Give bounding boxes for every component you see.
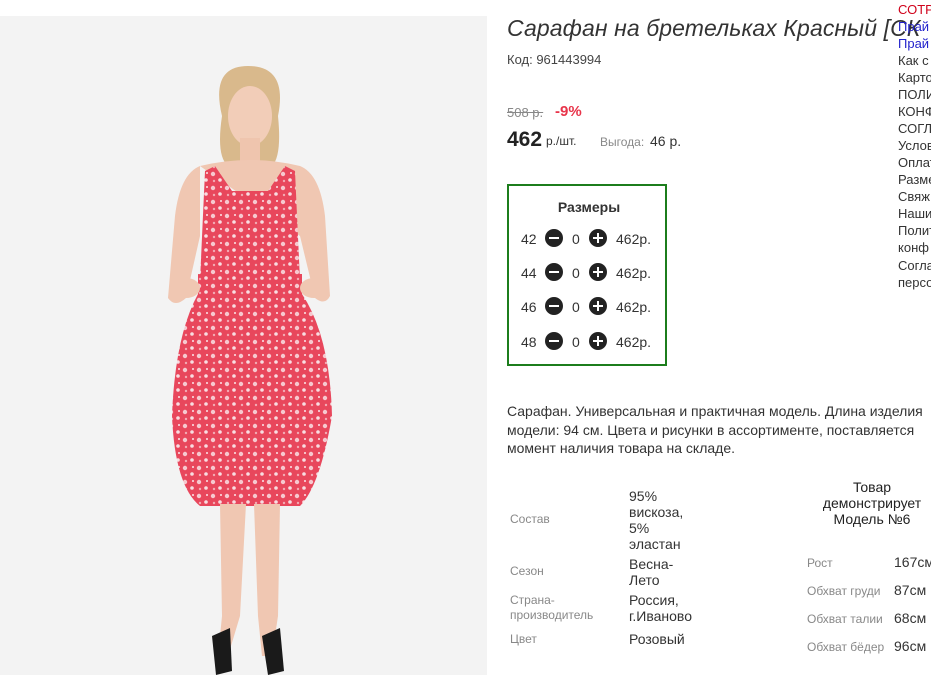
side-menu-link[interactable]: Полит <box>898 222 931 239</box>
measurement-value: 68см <box>894 610 927 626</box>
decrease-quantity-button[interactable] <box>545 297 563 315</box>
size-selector: Размеры 42 0 462р. 44 0 462р. 46 0 462р.… <box>507 184 667 366</box>
side-menu-link[interactable]: Наши <box>898 205 931 222</box>
decrease-quantity-button[interactable] <box>545 332 563 350</box>
minus-icon <box>549 305 559 307</box>
description-line: Сарафан. Универсальная и практичная моде… <box>507 403 923 419</box>
increase-quantity-button[interactable] <box>589 263 607 281</box>
side-menu-link[interactable]: конф <box>898 239 929 256</box>
side-menu-link[interactable]: СОГЛ <box>898 120 931 137</box>
attribute-value: 95% вискоза, 5% эластан <box>629 488 684 552</box>
product-photo[interactable] <box>0 16 487 675</box>
size-row: 48 0 462р. <box>509 332 669 354</box>
decrease-quantity-button[interactable] <box>545 229 563 247</box>
size-price: 462р. <box>616 299 652 315</box>
side-menu-link[interactable]: ПОЛИ <box>898 86 931 103</box>
quantity-value[interactable]: 0 <box>572 334 580 350</box>
attribute-label: Состав <box>510 512 550 526</box>
size-label: 48 <box>521 334 537 350</box>
current-price: 462 <box>507 128 543 151</box>
side-menu-link[interactable]: Прай <box>898 18 929 35</box>
attribute-label: Сезон <box>510 564 544 578</box>
side-menu-link[interactable]: Прай <box>898 35 929 52</box>
side-menu-link[interactable]: КОНФ <box>898 103 931 120</box>
description-line: модели: 94 см. Цвета и рисунки в ассорти… <box>507 421 915 438</box>
size-row: 42 0 462р. <box>509 229 669 251</box>
minus-icon <box>549 271 559 273</box>
model-in-dress-image <box>168 66 332 675</box>
benefit-label: Выгода: <box>600 135 645 149</box>
quantity-value[interactable]: 0 <box>572 299 580 315</box>
attribute-label: Цвет <box>510 632 537 646</box>
size-label: 44 <box>521 265 537 281</box>
side-menu-link[interactable]: Карто <box>898 69 931 86</box>
measurement-label: Рост <box>807 556 833 570</box>
size-label: 46 <box>521 299 537 315</box>
side-menu-link[interactable]: Согла <box>898 257 931 274</box>
size-label: 42 <box>521 231 537 247</box>
product-code: Код: 961443994 <box>507 52 602 67</box>
side-menu-link[interactable]: СОТР <box>898 1 931 18</box>
attribute-value: Розовый <box>629 631 685 647</box>
quantity-value[interactable]: 0 <box>572 265 580 281</box>
side-menu-link[interactable]: Разме <box>898 171 931 188</box>
benefit-value: 46 р. <box>650 133 682 149</box>
attribute-value: Россия, г.Иваново <box>629 592 692 624</box>
quantity-value[interactable]: 0 <box>572 231 580 247</box>
description-line: момент наличия товара на складе. <box>507 440 736 456</box>
size-price: 462р. <box>616 231 652 247</box>
side-menu-link[interactable]: Услов <box>898 137 931 154</box>
old-price: 508 р. <box>507 105 544 120</box>
size-price: 462р. <box>616 334 652 350</box>
model-heading: Товар демонстрирует Модель №6 <box>822 479 922 527</box>
discount-badge: -9% <box>555 103 582 120</box>
size-row: 44 0 462р. <box>509 263 669 285</box>
measurement-label: Обхват бёдер <box>807 640 885 654</box>
measurement-label: Обхват талии <box>807 612 883 626</box>
attribute-value: Весна- Лето <box>629 556 674 588</box>
side-menu-link[interactable]: Оплат <box>898 154 931 171</box>
side-menu-link[interactable]: Свяж <box>898 188 930 205</box>
side-menu-link[interactable]: Как с <box>898 52 929 69</box>
increase-quantity-button[interactable] <box>589 332 607 350</box>
price-unit: р./шт. <box>546 134 577 148</box>
increase-quantity-button[interactable] <box>589 297 607 315</box>
size-price: 462р. <box>616 265 652 281</box>
sizes-title: Размеры <box>557 199 621 215</box>
minus-icon <box>549 237 559 239</box>
size-row: 46 0 462р. <box>509 297 669 319</box>
product-description: Сарафан. Универсальная и практичная моде… <box>507 402 931 458</box>
measurement-value: 96см <box>894 638 927 654</box>
decrease-quantity-button[interactable] <box>545 263 563 281</box>
increase-quantity-button[interactable] <box>589 229 607 247</box>
measurement-value: 167см <box>894 554 931 570</box>
measurement-label: Обхват груди <box>807 584 881 598</box>
side-menu-link[interactable]: персо <box>898 274 931 291</box>
measurement-value: 87см <box>894 582 927 598</box>
attribute-label: Страна- производитель <box>510 593 594 622</box>
minus-icon <box>549 340 559 342</box>
product-title: Сарафан на бретельках Красный [СК <box>507 15 921 41</box>
